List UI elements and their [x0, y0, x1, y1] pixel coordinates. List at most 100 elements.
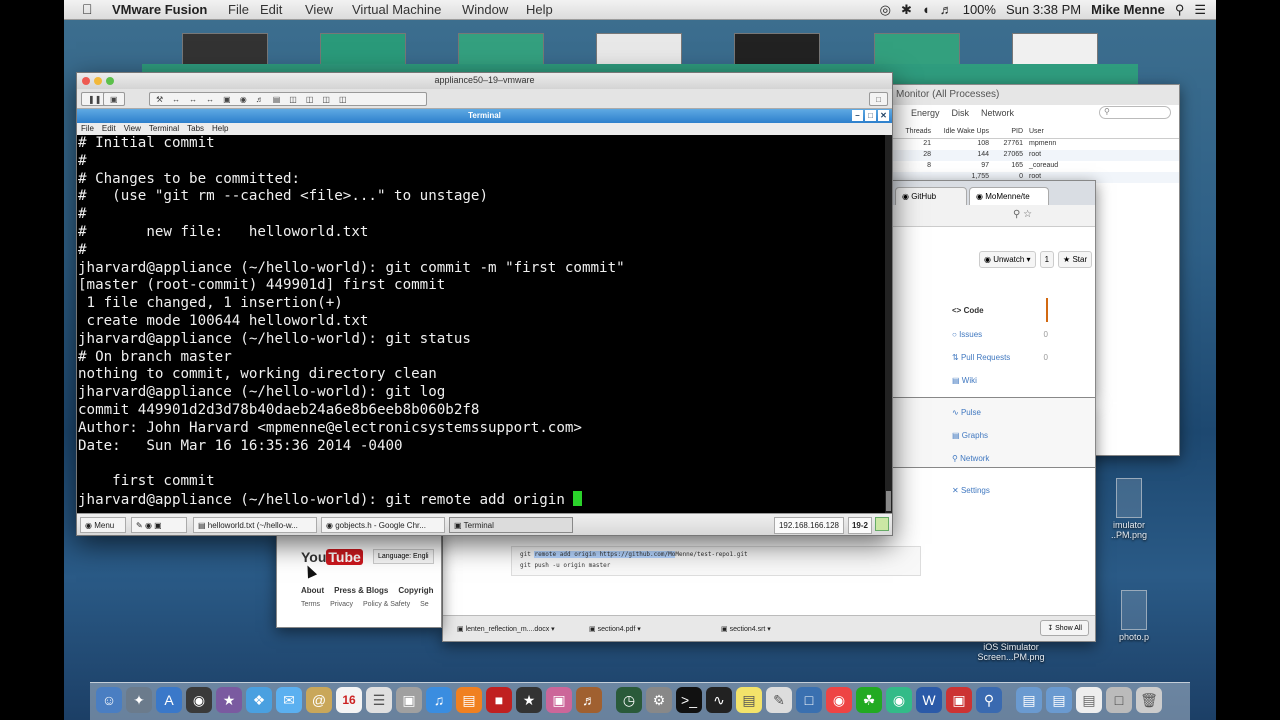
finder-icon[interactable]: ☺ — [96, 687, 122, 713]
folder-icon[interactable]: ▤ — [1046, 687, 1072, 713]
menu-virtual-machine[interactable]: Virtual Machine — [352, 2, 441, 17]
word-icon[interactable]: W — [916, 687, 942, 713]
terminal-menu-edit[interactable]: Edit — [102, 124, 116, 134]
nav-pull-requests[interactable]: ⇅ Pull Requests 0 — [952, 345, 1048, 368]
close-icon[interactable] — [82, 77, 90, 85]
column-header[interactable]: Threads — [897, 128, 931, 137]
column-header[interactable]: User — [1029, 128, 1069, 137]
start-menu-button[interactable]: ◉ Menu — [80, 517, 126, 533]
zoom-icon[interactable] — [106, 77, 114, 85]
taskbar-item-helloworld[interactable]: ▤ helloworld.txt (~/hello-w... — [193, 517, 317, 533]
terminal-menu-terminal[interactable]: Terminal — [149, 124, 179, 134]
folder-icon[interactable]: ▤ — [1016, 687, 1042, 713]
space-thumbnail[interactable] — [874, 33, 960, 65]
safari-icon[interactable]: ❖ — [246, 687, 272, 713]
notification-center-icon[interactable]: ☰ — [1194, 2, 1206, 18]
system-preferences-icon[interactable]: ⚙ — [646, 687, 672, 713]
stickies-icon[interactable]: ▤ — [736, 687, 762, 713]
ibooks-icon[interactable]: ▤ — [456, 687, 482, 713]
browser-tab-github[interactable]: ◉ GitHub — [895, 187, 967, 205]
photo-icon[interactable]: ★ — [216, 687, 242, 713]
link-policy[interactable]: Policy & Safety — [363, 601, 410, 608]
menu-window[interactable]: Window — [462, 2, 508, 17]
tab-network[interactable]: Network — [981, 108, 1014, 120]
terminal-output[interactable]: # Initial commit # # Changes to be committ… — [77, 135, 885, 513]
table-row[interactable]: 28 144 27065 root — [891, 150, 1179, 161]
nav-graphs[interactable]: ▤ Graphs — [952, 423, 1048, 446]
trash-icon[interactable]: 🗑 — [1136, 687, 1162, 713]
link-terms[interactable]: Terms — [301, 601, 320, 608]
app-menu-vmware-fusion[interactable]: VMware Fusion — [112, 2, 207, 17]
document-icon[interactable]: ▤ — [1076, 687, 1102, 713]
preview-icon[interactable]: ▣ — [546, 687, 572, 713]
star-button[interactable]: ★ Star — [1058, 251, 1093, 268]
nav-code[interactable]: <> Code — [952, 298, 1048, 322]
calendar-icon[interactable]: 16 — [336, 687, 362, 713]
battery-percent[interactable]: 100% — [963, 2, 996, 18]
table-row[interactable]: 21 108 27761 mpmenn — [891, 139, 1179, 150]
wifi-icon[interactable]: ◖ — [922, 2, 930, 18]
download-item[interactable]: ▣ section4.srt ▾ — [715, 621, 841, 637]
app-store-icon[interactable]: A — [156, 687, 182, 713]
watch-count[interactable]: 1 — [1039, 251, 1055, 268]
status-icon[interactable]: ◎ — [880, 2, 891, 18]
taskbar-item-chrome[interactable]: ◉ gobjects.h - Google Chr... — [321, 517, 445, 533]
nav-pulse[interactable]: ∿ Pulse — [952, 400, 1048, 423]
link-privacy[interactable]: Privacy — [330, 601, 353, 608]
evernote-icon[interactable]: ☘ — [856, 687, 882, 713]
time-machine-icon[interactable]: ◷ — [616, 687, 642, 713]
terminal-icon[interactable]: >_ — [676, 687, 702, 713]
language-selector[interactable]: Language: Engli — [373, 549, 434, 564]
apple-icon[interactable]:  — [82, 1, 93, 17]
space-thumbnail[interactable] — [458, 33, 544, 65]
terminal-menu-help[interactable]: Help — [212, 124, 228, 134]
launchpad-icon[interactable]: ✦ — [126, 687, 152, 713]
browser-tab-repo[interactable]: ◉ MoMenne/te — [969, 187, 1049, 205]
link-about[interactable]: About — [301, 586, 324, 595]
chrome-icon[interactable]: ◉ — [826, 687, 852, 713]
vmware-titlebar[interactable]: appliance50–19–vmware — [77, 73, 892, 89]
contacts-icon[interactable]: @ — [306, 687, 332, 713]
textedit-icon[interactable]: ✎ — [766, 687, 792, 713]
table-row[interactable]: 8 97 165 _coreaud — [891, 161, 1179, 172]
terminal-menu-view[interactable]: View — [124, 124, 141, 134]
menu-view[interactable]: View — [305, 2, 333, 17]
space-thumbnail[interactable] — [734, 33, 820, 65]
messages-icon[interactable]: ✉ — [276, 687, 302, 713]
show-all-button[interactable]: ↧ Show All — [1040, 620, 1089, 636]
minimize-icon[interactable] — [94, 77, 102, 85]
column-header[interactable]: Idle Wake Ups — [937, 128, 989, 137]
resize-grip-icon[interactable] — [875, 517, 889, 531]
nav-issues[interactable]: ○ Issues 0 — [952, 322, 1048, 345]
dashboard-icon[interactable]: ◉ — [186, 687, 212, 713]
tab-disk[interactable]: Disk — [952, 108, 970, 120]
clock[interactable]: Sun 3:38 PM — [1006, 2, 1081, 18]
youtube-logo[interactable]: You Tube — [301, 549, 363, 565]
user-name[interactable]: Mike Menne — [1091, 2, 1165, 18]
space-thumbnail[interactable] — [1012, 33, 1098, 65]
quick-launch[interactable]: ✎ ◉ ▣ — [131, 517, 187, 533]
star-icon[interactable]: ★ — [516, 687, 542, 713]
space-thumbnail[interactable] — [182, 33, 268, 65]
link-press[interactable]: Press & Blogs — [334, 586, 388, 595]
terminal-menu-tabs[interactable]: Tabs — [187, 124, 204, 134]
nav-settings[interactable]: ✕ Settings — [952, 478, 1048, 501]
nav-wiki[interactable]: ▤ Wiki — [952, 368, 1048, 400]
desktop-icon-png[interactable]: imulator ..PM.png — [1094, 478, 1164, 540]
vmware-window[interactable]: appliance50–19–vmware ❚❚ ▣ ⚒ ↔ ↔ ↔ ▣ ◉ ♬… — [76, 72, 893, 536]
download-item[interactable]: ▣ section4.pdf ▾ — [583, 621, 709, 637]
space-thumbnail[interactable] — [596, 33, 682, 65]
fullscreen-button[interactable]: □ — [869, 92, 888, 106]
bluetooth-icon[interactable]: ✱ — [901, 2, 912, 18]
taskbar-item-terminal[interactable]: ▣ Terminal — [449, 517, 573, 533]
terminal-menu-file[interactable]: File — [81, 124, 94, 134]
vmware-icon[interactable]: ▣ — [946, 687, 972, 713]
close-icon[interactable]: ✕ — [878, 110, 889, 121]
browser-toolbar[interactable]: ⚲ ☆ — [887, 205, 1095, 227]
terminal-prompt-line[interactable]: jharvard@appliance (~/hello-world): git … — [78, 490, 885, 510]
tab-energy[interactable]: Energy — [911, 108, 940, 120]
activity-monitor-icon[interactable]: ∿ — [706, 687, 732, 713]
unwatch-button[interactable]: ◉ Unwatch ▾ — [979, 251, 1036, 268]
terminal-titlebar[interactable]: Terminal – □ ✕ — [77, 109, 892, 123]
window-icon[interactable]: □ — [1106, 687, 1132, 713]
